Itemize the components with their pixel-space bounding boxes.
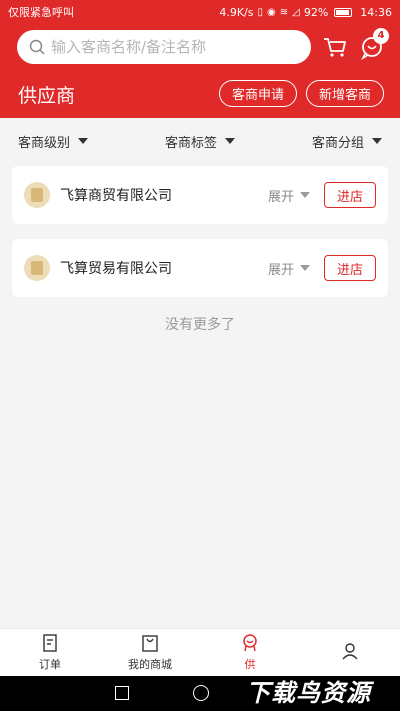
search-icon [29, 39, 45, 55]
search-bar[interactable] [17, 30, 311, 64]
message-badge: 4 [373, 28, 389, 44]
apply-merchant-button[interactable]: 客商申请 [219, 80, 297, 107]
filter-label: 客商分组 [311, 135, 364, 151]
tab-label: 供 [244, 658, 256, 671]
recent-apps-icon[interactable] [115, 686, 129, 700]
tab-suppliers[interactable]: 供 [200, 629, 300, 676]
expand-toggle[interactable]: 展开 [268, 259, 310, 278]
cart-button[interactable] [322, 34, 348, 60]
order-icon [43, 634, 57, 652]
caret-down-icon [78, 138, 89, 144]
shopping-bag-icon [142, 635, 158, 652]
carrier-text: 仅限紧急呼叫 [8, 6, 74, 19]
enter-store-button[interactable]: 进店 [324, 182, 376, 208]
caret-down-icon [300, 265, 310, 271]
eye-icon: ◉ [267, 6, 276, 18]
filter-tag-dropdown[interactable]: 客商标签 [165, 132, 235, 151]
tab-orders[interactable]: 订单 [0, 629, 100, 676]
tab-profile[interactable] [300, 629, 400, 676]
company-name: 飞算商贸有限公司 [60, 188, 172, 204]
vibrate-icon: ▯ [257, 6, 264, 18]
bottom-tab-bar: 订单 我的商城 供 [0, 628, 400, 676]
battery-icon [334, 7, 353, 17]
signal-icon: ◿ [292, 6, 300, 18]
message-button[interactable]: 4 [359, 28, 389, 61]
enter-store-button[interactable]: 进店 [324, 255, 376, 281]
company-logo-icon [24, 182, 50, 208]
supplier-card[interactable]: 飞算商贸有限公司 展开 进店 [12, 166, 388, 224]
supplier-card[interactable]: 飞算贸易有限公司 展开 进店 [12, 239, 388, 297]
list-end-text: 没有更多了 [165, 317, 235, 333]
wifi-icon: ≋ [279, 6, 289, 18]
home-icon[interactable] [193, 685, 209, 701]
company-logo-icon [24, 255, 50, 281]
network-speed: 4.9K/s [219, 5, 254, 19]
page-title: 供应商 [18, 85, 76, 107]
cart-icon [324, 38, 346, 57]
caret-down-icon [371, 138, 382, 144]
tab-my-mall[interactable]: 我的商城 [100, 629, 200, 676]
filter-label: 客商标签 [164, 135, 217, 151]
expand-toggle[interactable]: 展开 [268, 186, 310, 205]
filter-label: 客商级别 [18, 135, 71, 151]
battery-percent: 92% [303, 5, 329, 19]
filter-level-dropdown[interactable]: 客商级别 [18, 132, 89, 151]
caret-down-icon [300, 192, 310, 198]
caret-down-icon [225, 138, 235, 144]
tab-label: 订单 [39, 658, 61, 671]
user-icon [342, 643, 358, 660]
status-icons: 4.9K/s ▯ ◉ ≋ ◿ 92% 14:36 [219, 6, 392, 19]
watermark: 下载鸟资源 [246, 679, 371, 707]
clock: 14:36 [360, 5, 392, 19]
supplier-badge-icon [243, 634, 257, 652]
add-merchant-button[interactable]: 新增客商 [306, 80, 384, 107]
tab-label: 我的商城 [128, 658, 172, 671]
expand-label: 展开 [267, 262, 294, 278]
filter-group-dropdown[interactable]: 客商分组 [312, 132, 382, 151]
company-name: 飞算贸易有限公司 [60, 261, 172, 277]
expand-label: 展开 [267, 189, 294, 205]
header: 4 供应商 客商申请 新增客商 [0, 24, 400, 118]
search-input[interactable] [51, 38, 291, 56]
status-bar: 仅限紧急呼叫 4.9K/s ▯ ◉ ≋ ◿ 92% 14:36 [0, 0, 400, 24]
filter-bar: 客商级别 客商标签 客商分组 [0, 118, 400, 164]
